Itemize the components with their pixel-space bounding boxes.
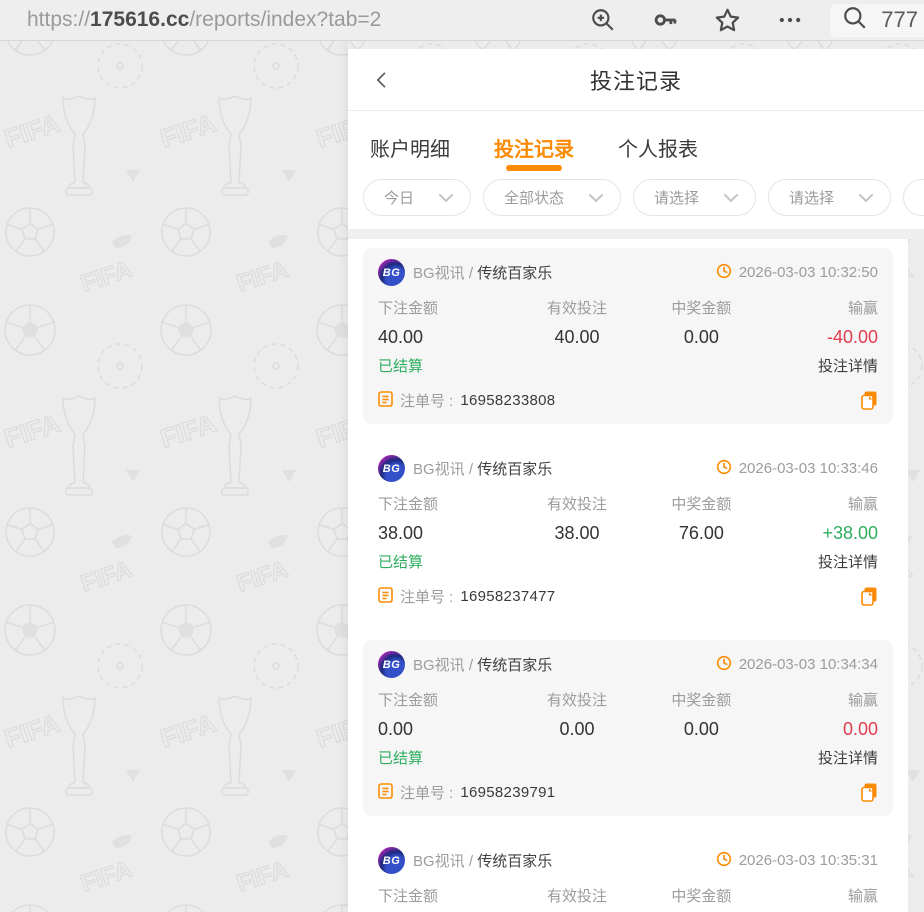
- filter-select-1[interactable]: 请选择: [633, 179, 757, 216]
- bet-time: 2026-03-03 10:35:31: [738, 852, 878, 869]
- browser-search-field[interactable]: 777: [830, 3, 924, 37]
- filter-select-2[interactable]: 请选择: [768, 179, 892, 216]
- page-title: 投注记录: [589, 68, 682, 94]
- bet-record-card[interactable]: BG BG视讯 / 传统百家乐 2026-03-03 10:34:34 下注金额…: [363, 640, 893, 816]
- app-panel: 投注记录 账户明细 投注记录 个人报表 今日 全部状态 请选择 请选择 请选择 …: [348, 41, 924, 912]
- bet-time: 2026-03-03 10:32:50: [738, 264, 878, 281]
- bet-time: 2026-03-03 10:34:34: [738, 656, 878, 673]
- label-bet-amount: 下注金额: [378, 888, 439, 905]
- browser-url-bar: https://175616.cc/reports/index?tab=2 77…: [0, 0, 924, 41]
- label-win-amount: 中奖金额: [671, 888, 732, 905]
- label-profit: 输赢: [847, 496, 878, 513]
- filter-date[interactable]: 今日: [363, 179, 472, 216]
- profit-amount: -40.00: [826, 327, 878, 347]
- search-value: 777: [881, 7, 918, 32]
- order-label: 注单号 :: [400, 589, 454, 606]
- status-badge: 已结算: [378, 358, 424, 375]
- bet-detail-link[interactable]: 投注详情: [818, 747, 878, 768]
- filter-status[interactable]: 全部状态: [483, 179, 622, 216]
- bet-amount: 40.00: [378, 327, 424, 347]
- key-icon[interactable]: [651, 6, 679, 34]
- bet-record-card[interactable]: BG BG视讯 / 传统百家乐 2026-03-03 10:33:46 下注金额…: [363, 444, 893, 620]
- provider-name: BG视讯 /: [413, 461, 474, 478]
- label-bet-amount: 下注金额: [378, 496, 439, 513]
- provider-logo: BG: [378, 455, 405, 482]
- bet-detail-link[interactable]: 投注详情: [818, 355, 878, 376]
- valid-bet: 38.00: [554, 523, 600, 543]
- provider-name: BG视讯 /: [413, 265, 474, 282]
- label-valid-bet: 有效投注: [546, 888, 607, 905]
- label-valid-bet: 有效投注: [546, 496, 607, 513]
- copy-icon[interactable]: [861, 783, 878, 802]
- label-valid-bet: 有效投注: [546, 300, 607, 317]
- status-badge: 已结算: [378, 554, 424, 571]
- label-profit: 输赢: [847, 692, 878, 709]
- label-bet-amount: 下注金额: [378, 300, 439, 317]
- valid-bet: 40.00: [554, 327, 600, 347]
- label-bet-amount: 下注金额: [378, 692, 439, 709]
- order-number: 16958237477: [460, 588, 556, 605]
- game-name: 传统百家乐: [477, 461, 553, 478]
- copy-icon[interactable]: [861, 391, 878, 410]
- valid-bet: 0.00: [559, 719, 595, 739]
- search-icon: [842, 5, 868, 36]
- section-divider: [348, 229, 924, 239]
- clock-icon: [716, 655, 732, 675]
- page-header: 投注记录: [348, 49, 924, 111]
- tab-bet-records[interactable]: 投注记录: [492, 133, 576, 177]
- order-note-icon: [378, 782, 393, 803]
- label-profit: 输赢: [847, 300, 878, 317]
- order-number: 16958233808: [460, 392, 556, 409]
- provider-logo: BG: [378, 651, 405, 678]
- win-amount: 0.00: [683, 327, 719, 347]
- star-icon[interactable]: [714, 7, 741, 34]
- zoom-in-icon[interactable]: [590, 7, 616, 33]
- tab-bar: 账户明细 投注记录 个人报表: [348, 111, 924, 177]
- back-button[interactable]: [372, 49, 392, 110]
- clock-icon: [716, 263, 732, 283]
- game-name: 传统百家乐: [477, 657, 553, 674]
- clock-icon: [716, 851, 732, 871]
- copy-icon[interactable]: [861, 587, 878, 606]
- profit-amount: +38.00: [822, 523, 878, 543]
- more-menu-icon[interactable]: [776, 6, 804, 34]
- provider-logo: BG: [378, 847, 405, 874]
- order-note-icon: [378, 586, 393, 607]
- win-amount: 76.00: [678, 523, 724, 543]
- game-name: 传统百家乐: [477, 265, 553, 282]
- order-number: 16958239791: [460, 784, 556, 801]
- url-text[interactable]: https://175616.cc/reports/index?tab=2: [27, 8, 381, 32]
- provider-logo: BG: [378, 259, 405, 286]
- label-profit: 输赢: [847, 888, 878, 905]
- provider-name: BG视讯 /: [413, 853, 474, 870]
- filter-select-3[interactable]: 请选择: [903, 179, 924, 216]
- clock-icon: [716, 459, 732, 479]
- label-win-amount: 中奖金额: [671, 496, 732, 513]
- record-list: BG BG视讯 / 传统百家乐 2026-03-03 10:32:50 下注金额…: [348, 239, 908, 912]
- tab-personal-report[interactable]: 个人报表: [616, 133, 700, 177]
- provider-name: BG视讯 /: [413, 657, 474, 674]
- win-amount: 0.00: [683, 719, 719, 739]
- bet-record-card[interactable]: BG BG视讯 / 传统百家乐 2026-03-03 10:35:31 下注金额…: [363, 836, 893, 912]
- tab-account-details[interactable]: 账户明细: [368, 133, 452, 177]
- profit-amount: 0.00: [842, 719, 878, 739]
- bet-detail-link[interactable]: 投注详情: [818, 551, 878, 572]
- label-win-amount: 中奖金额: [671, 300, 732, 317]
- game-name: 传统百家乐: [477, 853, 553, 870]
- bet-amount: 38.00: [378, 523, 424, 543]
- bet-amount: 0.00: [378, 719, 414, 739]
- order-label: 注单号 :: [400, 785, 454, 802]
- label-win-amount: 中奖金额: [671, 692, 732, 709]
- order-label: 注单号 :: [400, 393, 454, 410]
- filter-bar: 今日 全部状态 请选择 请选择 请选择: [348, 177, 924, 229]
- bet-record-card[interactable]: BG BG视讯 / 传统百家乐 2026-03-03 10:32:50 下注金额…: [363, 248, 893, 424]
- order-note-icon: [378, 390, 393, 411]
- status-badge: 已结算: [378, 750, 424, 767]
- bet-time: 2026-03-03 10:33:46: [738, 460, 878, 477]
- label-valid-bet: 有效投注: [546, 692, 607, 709]
